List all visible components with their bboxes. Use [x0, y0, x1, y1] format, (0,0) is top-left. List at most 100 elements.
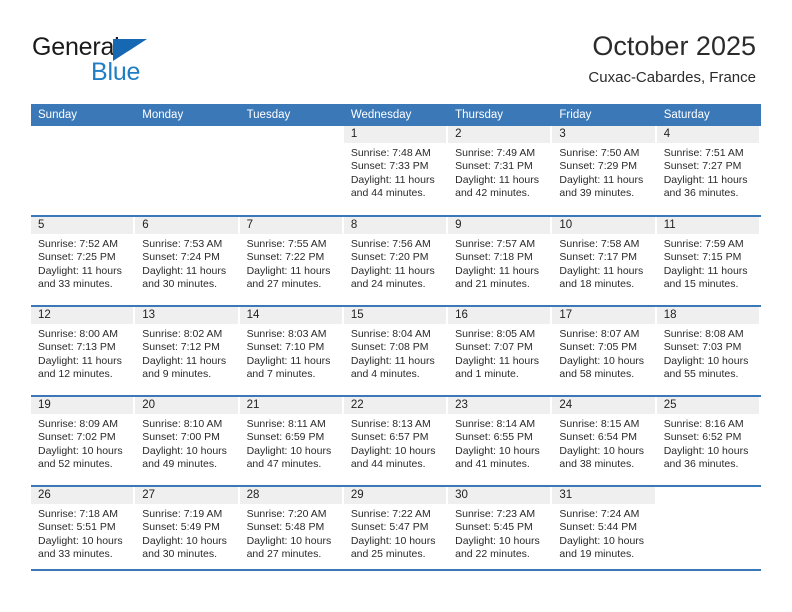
sunrise-text: Sunrise: 7:49 AM [455, 147, 536, 159]
sunset-text: Sunset: 5:51 PM [38, 521, 116, 534]
day-details: Sunrise: 8:04 AM Sunset: 7:08 PM Daylight:… [344, 324, 448, 382]
day-cell-inner: 28 Sunrise: 7:20 AM Sunset: 5:48 PM Dayligh… [239, 487, 344, 576]
daylight-text: Daylight: 10 hours and 44 minutes. [350, 444, 436, 471]
weekday-header-wednesday: Wednesday [343, 104, 449, 126]
day-details: Sunrise: 7:57 AM Sunset: 7:18 PM Daylight:… [448, 234, 552, 292]
calendar-day-cell[interactable]: 27 Sunrise: 7:19 AM Sunset: 5:49 PM Dayligh… [135, 485, 240, 576]
day-number: 6 [135, 217, 238, 234]
day-details: Sunrise: 7:53 AM Sunset: 7:24 PM Daylight:… [135, 234, 239, 292]
calendar-day-cell[interactable]: 24 Sunrise: 8:15 AM Sunset: 6:54 PM Dayligh… [552, 395, 657, 486]
sunrise-text: Sunrise: 8:15 AM [559, 418, 640, 430]
calendar-week-row: 1 Sunrise: 7:48 AM Sunset: 7:33 PM Daylight… [31, 126, 761, 216]
calendar-day-cell[interactable]: 2 Sunrise: 7:49 AM Sunset: 7:31 PM Daylight… [448, 126, 553, 216]
day-details: Sunrise: 8:15 AM Sunset: 6:54 PM Daylight:… [552, 414, 656, 472]
day-details: Sunrise: 7:20 AM Sunset: 5:48 PM Daylight:… [240, 504, 344, 562]
day-cell-inner: 4 Sunrise: 7:51 AM Sunset: 7:27 PM Daylight… [656, 126, 761, 215]
calendar-body: 1 Sunrise: 7:48 AM Sunset: 7:33 PM Daylight… [31, 126, 761, 576]
calendar-day-cell[interactable]: 4 Sunrise: 7:51 AM Sunset: 7:27 PM Daylight… [656, 126, 761, 216]
sunset-text: Sunset: 5:45 PM [455, 521, 533, 534]
day-details: Sunrise: 8:13 AM Sunset: 6:57 PM Daylight:… [344, 414, 448, 472]
day-cell-inner: 23 Sunrise: 8:14 AM Sunset: 6:55 PM Dayligh… [448, 397, 552, 485]
day-number [240, 126, 342, 143]
day-cell-inner: 17 Sunrise: 8:07 AM Sunset: 7:05 PM Dayligh… [552, 307, 656, 395]
calendar-week-row: 26 Sunrise: 7:18 AM Sunset: 5:51 PM Dayligh… [31, 485, 761, 576]
title-block: October 2025 Cuxac-Cabardes, France [588, 30, 756, 88]
day-cell-inner: 25 Sunrise: 8:16 AM Sunset: 6:52 PM Dayligh… [656, 397, 761, 485]
day-cell-inner: 24 Sunrise: 8:15 AM Sunset: 6:54 PM Dayligh… [552, 397, 656, 485]
calendar-day-cell[interactable]: 9 Sunrise: 7:57 AM Sunset: 7:18 PM Daylight… [448, 215, 553, 306]
sunset-text: Sunset: 7:27 PM [663, 160, 742, 173]
calendar-day-cell[interactable]: 31 Sunrise: 7:24 AM Sunset: 5:44 PM Dayligh… [552, 485, 657, 576]
sunset-text: Sunset: 7:29 PM [559, 160, 638, 173]
daylight-text: Daylight: 10 hours and 58 minutes. [559, 354, 645, 381]
calendar-day-cell[interactable]: 6 Sunrise: 7:53 AM Sunset: 7:24 PM Daylight… [135, 215, 240, 306]
sunrise-text: Sunrise: 7:18 AM [38, 508, 118, 520]
calendar-day-cell[interactable]: 7 Sunrise: 7:55 AM Sunset: 7:22 PM Daylight… [239, 215, 344, 306]
day-number: 18 [656, 307, 759, 324]
calendar-day-cell[interactable]: 21 Sunrise: 8:11 AM Sunset: 6:59 PM Dayligh… [239, 395, 344, 486]
day-cell-inner: 7 Sunrise: 7:55 AM Sunset: 7:22 PM Daylight… [239, 217, 344, 305]
day-cell-inner [240, 126, 344, 215]
sunset-text: Sunset: 7:18 PM [455, 251, 533, 264]
calendar-day-cell[interactable]: 1 Sunrise: 7:48 AM Sunset: 7:33 PM Daylight… [343, 126, 449, 216]
sunrise-text: Sunrise: 8:11 AM [246, 418, 326, 430]
day-cell-inner [657, 487, 761, 576]
sunrise-text: Sunrise: 8:07 AM [559, 328, 640, 340]
sunset-text: Sunset: 6:55 PM [455, 431, 533, 444]
calendar-day-cell[interactable]: 10 Sunrise: 7:58 AM Sunset: 7:17 PM Dayligh… [552, 215, 657, 306]
calendar-week-row: 19 Sunrise: 8:09 AM Sunset: 7:02 PM Dayligh… [31, 395, 761, 486]
calendar-day-cell[interactable]: 29 Sunrise: 7:22 AM Sunset: 5:47 PM Dayligh… [343, 485, 449, 576]
calendar-day-cell[interactable]: 30 Sunrise: 7:23 AM Sunset: 5:45 PM Dayligh… [448, 485, 553, 576]
calendar-day-cell[interactable]: 3 Sunrise: 7:50 AM Sunset: 7:29 PM Daylight… [552, 126, 657, 216]
calendar-day-cell[interactable]: 13 Sunrise: 8:02 AM Sunset: 7:12 PM Dayligh… [135, 305, 240, 396]
calendar-day-cell[interactable]: 20 Sunrise: 8:10 AM Sunset: 7:00 PM Dayligh… [135, 395, 240, 486]
sunrise-text: Sunrise: 7:20 AM [246, 508, 327, 520]
daylight-text: Daylight: 11 hours and 33 minutes. [38, 264, 122, 291]
sunset-text: Sunset: 7:03 PM [663, 341, 742, 354]
calendar-day-cell[interactable]: 23 Sunrise: 8:14 AM Sunset: 6:55 PM Dayligh… [448, 395, 553, 486]
sunset-text: Sunset: 7:17 PM [559, 251, 638, 264]
day-details: Sunrise: 7:59 AM Sunset: 7:15 PM Daylight:… [657, 234, 761, 292]
daylight-text: Daylight: 11 hours and 27 minutes. [246, 264, 331, 291]
calendar-day-cell[interactable]: 15 Sunrise: 8:04 AM Sunset: 7:08 PM Dayligh… [343, 305, 449, 396]
daylight-text: Daylight: 11 hours and 39 minutes. [559, 173, 644, 200]
day-number [135, 126, 237, 143]
calendar-day-cell[interactable]: 25 Sunrise: 8:16 AM Sunset: 6:52 PM Dayligh… [656, 395, 761, 486]
day-number: 12 [31, 307, 134, 324]
calendar-day-cell[interactable]: 18 Sunrise: 8:08 AM Sunset: 7:03 PM Dayligh… [656, 305, 761, 396]
daylight-text: Daylight: 10 hours and 19 minutes. [559, 534, 645, 561]
day-cell-inner: 20 Sunrise: 8:10 AM Sunset: 7:00 PM Dayligh… [135, 397, 239, 485]
day-number: 31 [552, 487, 655, 504]
sunrise-text: Sunrise: 8:13 AM [350, 418, 431, 430]
calendar-day-cell[interactable]: 19 Sunrise: 8:09 AM Sunset: 7:02 PM Dayligh… [31, 395, 136, 486]
sunset-text: Sunset: 7:00 PM [142, 431, 220, 444]
calendar-day-cell[interactable]: 16 Sunrise: 8:05 AM Sunset: 7:07 PM Dayligh… [448, 305, 553, 396]
day-number: 21 [239, 397, 342, 414]
day-details: Sunrise: 7:50 AM Sunset: 7:29 PM Daylight:… [552, 143, 656, 201]
calendar-day-cell[interactable]: 8 Sunrise: 7:56 AM Sunset: 7:20 PM Daylight… [343, 215, 449, 306]
day-cell-inner: 12 Sunrise: 8:00 AM Sunset: 7:13 PM Dayligh… [31, 307, 135, 395]
page-title: October 2025 [592, 31, 756, 61]
daylight-text: Daylight: 11 hours and 18 minutes. [559, 264, 644, 291]
page-subtitle: Cuxac-Cabardes, France [588, 69, 756, 86]
day-cell-inner [31, 126, 135, 215]
calendar-day-cell[interactable]: 5 Sunrise: 7:52 AM Sunset: 7:25 PM Daylight… [31, 215, 136, 306]
day-details: Sunrise: 7:19 AM Sunset: 5:49 PM Daylight:… [135, 504, 239, 562]
sunset-text: Sunset: 7:05 PM [559, 341, 638, 354]
sunset-text: Sunset: 7:08 PM [350, 341, 429, 354]
calendar-day-cell[interactable]: 17 Sunrise: 8:07 AM Sunset: 7:05 PM Dayligh… [552, 305, 657, 396]
day-cell-inner: 3 Sunrise: 7:50 AM Sunset: 7:29 PM Daylight… [552, 126, 656, 215]
calendar-day-cell[interactable]: 22 Sunrise: 8:13 AM Sunset: 6:57 PM Dayligh… [343, 395, 449, 486]
logo-text-blue: Blue [91, 58, 141, 86]
day-details: Sunrise: 8:14 AM Sunset: 6:55 PM Daylight:… [448, 414, 552, 472]
day-details: Sunrise: 8:07 AM Sunset: 7:05 PM Daylight:… [552, 324, 656, 382]
calendar-header-row-group: Sunday Monday Tuesday Wednesday Thursday… [31, 104, 761, 126]
day-details: Sunrise: 7:52 AM Sunset: 7:25 PM Daylight:… [31, 234, 135, 292]
calendar-day-cell[interactable]: 14 Sunrise: 8:03 AM Sunset: 7:10 PM Dayligh… [239, 305, 344, 396]
calendar-day-cell[interactable]: 26 Sunrise: 7:18 AM Sunset: 5:51 PM Dayligh… [31, 485, 136, 576]
calendar-day-cell[interactable]: 11 Sunrise: 7:59 AM Sunset: 7:15 PM Dayligh… [656, 215, 761, 306]
calendar-day-cell[interactable]: 28 Sunrise: 7:20 AM Sunset: 5:48 PM Dayligh… [239, 485, 344, 576]
calendar-day-cell[interactable]: 12 Sunrise: 8:00 AM Sunset: 7:13 PM Dayligh… [31, 305, 136, 396]
day-number: 9 [448, 217, 551, 234]
daylight-text: Daylight: 10 hours and 25 minutes. [350, 534, 436, 561]
